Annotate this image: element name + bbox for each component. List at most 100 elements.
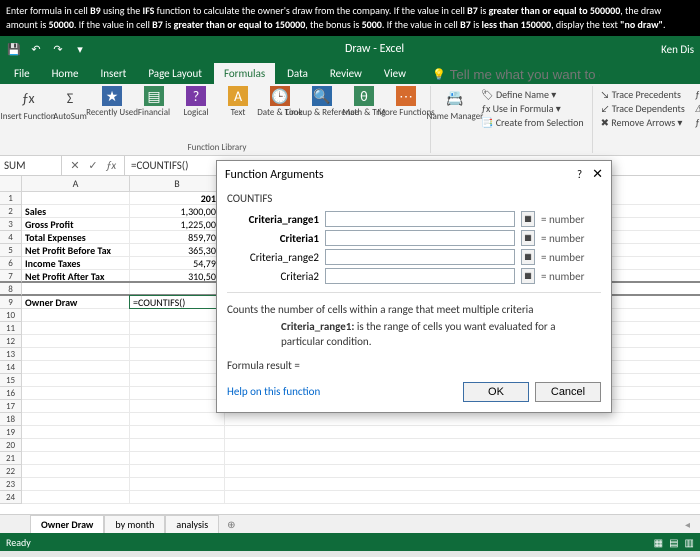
cell[interactable] xyxy=(130,361,225,373)
text-button[interactable]: AText xyxy=(218,86,258,121)
arg-input[interactable] xyxy=(325,211,515,227)
row-header[interactable]: 7 xyxy=(0,270,22,283)
trace-dependents-button[interactable]: ↙ Trace Dependents xyxy=(601,102,685,115)
cell[interactable]: 859,700 xyxy=(130,231,225,243)
arg-input[interactable] xyxy=(325,230,515,246)
financial-button[interactable]: ▤Financial xyxy=(134,86,174,121)
tab-pagelayout[interactable]: Page Layout xyxy=(138,63,212,84)
tab-view[interactable]: View xyxy=(374,63,416,84)
name-box[interactable]: SUM xyxy=(0,156,62,175)
tab-home[interactable]: Home xyxy=(42,63,89,84)
cell[interactable] xyxy=(130,374,225,386)
tab-insert[interactable]: Insert xyxy=(91,63,137,84)
row-header[interactable]: 24 xyxy=(0,491,22,504)
row-header[interactable]: 4 xyxy=(0,231,22,244)
sheet-tab-by-month[interactable]: by month xyxy=(104,515,165,533)
use-in-formula-button[interactable]: ƒx Use in Formula ▾ xyxy=(481,102,584,115)
cell[interactable]: Total Expenses xyxy=(22,231,130,243)
cell[interactable]: =COUNTIFS() xyxy=(130,296,225,308)
horizontal-scroll-left-icon[interactable]: ◂ xyxy=(685,518,690,531)
insert-function-button[interactable]: ƒxInsert Function xyxy=(8,86,48,121)
cell[interactable] xyxy=(130,465,225,477)
help-link[interactable]: Help on this function xyxy=(227,385,320,398)
autosum-button[interactable]: ΣAutoSum xyxy=(50,86,90,121)
cell[interactable]: 310,505 xyxy=(130,270,225,281)
cell[interactable] xyxy=(130,413,225,425)
range-picker-icon[interactable]: ▦ xyxy=(521,230,535,246)
save-icon[interactable]: 💾 xyxy=(6,41,22,57)
tellme[interactable]: 💡 xyxy=(426,65,606,84)
arg-input[interactable] xyxy=(325,268,515,284)
row-header[interactable]: 11 xyxy=(0,322,22,335)
tab-review[interactable]: Review xyxy=(320,63,372,84)
cell[interactable] xyxy=(22,491,130,503)
row-header[interactable]: 19 xyxy=(0,426,22,439)
row-header[interactable]: 15 xyxy=(0,374,22,387)
row-header[interactable]: 6 xyxy=(0,257,22,270)
cell[interactable] xyxy=(130,478,225,490)
define-name-button[interactable]: 🏷 Define Name ▾ xyxy=(481,88,584,101)
show-formulas-button[interactable]: ƒx Show Formulas xyxy=(695,88,700,101)
cell[interactable] xyxy=(130,426,225,438)
row-header[interactable]: 1 xyxy=(0,192,22,205)
row-header[interactable]: 17 xyxy=(0,400,22,413)
lookup-button[interactable]: 🔍Lookup & Reference xyxy=(302,86,342,121)
logical-button[interactable]: ?Logical xyxy=(176,86,216,121)
view-normal-icon[interactable]: ▦ xyxy=(654,536,663,549)
create-from-selection-button[interactable]: 📑 Create from Selection xyxy=(481,116,584,129)
evaluate-formula-button[interactable]: ƒx Evalute Formula xyxy=(695,116,700,129)
cell[interactable]: 54,795 xyxy=(130,257,225,269)
select-all-corner[interactable] xyxy=(0,176,22,192)
row-header[interactable]: 9 xyxy=(0,296,22,309)
cancel-button[interactable]: Cancel xyxy=(535,382,601,402)
cell[interactable]: Net Profit Before Tax xyxy=(22,244,130,256)
cell[interactable] xyxy=(22,361,130,373)
cell[interactable] xyxy=(22,322,130,334)
redo-icon[interactable]: ↷ xyxy=(50,41,66,57)
row-header[interactable]: 5 xyxy=(0,244,22,257)
cell[interactable] xyxy=(22,192,130,204)
remove-arrows-button[interactable]: ✖ Remove Arrows ▾ xyxy=(601,116,685,129)
tab-data[interactable]: Data xyxy=(277,63,318,84)
cell[interactable] xyxy=(130,322,225,334)
cell[interactable] xyxy=(22,478,130,490)
recently-used-button[interactable]: ★Recently Used xyxy=(92,86,132,121)
row-header[interactable]: 12 xyxy=(0,335,22,348)
sheet-tab-analysis[interactable]: analysis xyxy=(165,515,219,533)
cell[interactable] xyxy=(22,465,130,477)
dialog-help-icon[interactable]: ? xyxy=(577,168,582,181)
cell[interactable] xyxy=(22,413,130,425)
cell[interactable] xyxy=(22,348,130,360)
cell[interactable] xyxy=(22,426,130,438)
row-header[interactable]: 13 xyxy=(0,348,22,361)
row-header[interactable]: 20 xyxy=(0,439,22,452)
more-functions-button[interactable]: ⋯More Functions xyxy=(386,86,426,121)
row-header[interactable]: 14 xyxy=(0,361,22,374)
add-sheet-button[interactable]: ⊕ xyxy=(219,518,243,531)
undo-icon[interactable]: ↶ xyxy=(28,41,44,57)
view-pagelayout-icon[interactable]: ▤ xyxy=(669,536,678,549)
cell[interactable] xyxy=(22,374,130,386)
cell[interactable] xyxy=(130,439,225,451)
trace-precedents-button[interactable]: ↘ Trace Precedents xyxy=(601,88,685,101)
row-header[interactable]: 23 xyxy=(0,478,22,491)
cell[interactable] xyxy=(130,335,225,347)
row-header[interactable]: 16 xyxy=(0,387,22,400)
cell[interactable]: Gross Profit xyxy=(22,218,130,230)
col-header-a[interactable]: A xyxy=(22,176,130,192)
row-header[interactable]: 10 xyxy=(0,309,22,322)
range-picker-icon[interactable]: ▦ xyxy=(521,249,535,265)
name-manager-button[interactable]: 📇Name Manager xyxy=(435,86,475,131)
cell[interactable]: Sales xyxy=(22,205,130,217)
range-picker-icon[interactable]: ▦ xyxy=(521,268,535,284)
row-header[interactable]: 8 xyxy=(0,283,22,296)
cell[interactable] xyxy=(22,452,130,464)
cell[interactable]: 365,300 xyxy=(130,244,225,256)
cell[interactable] xyxy=(22,387,130,399)
cell[interactable] xyxy=(22,283,130,294)
cell[interactable] xyxy=(130,452,225,464)
cell[interactable] xyxy=(130,387,225,399)
enter-formula-icon[interactable]: ✓ xyxy=(86,159,100,172)
cell[interactable] xyxy=(22,335,130,347)
cell[interactable]: 1,300,000 xyxy=(130,205,225,217)
